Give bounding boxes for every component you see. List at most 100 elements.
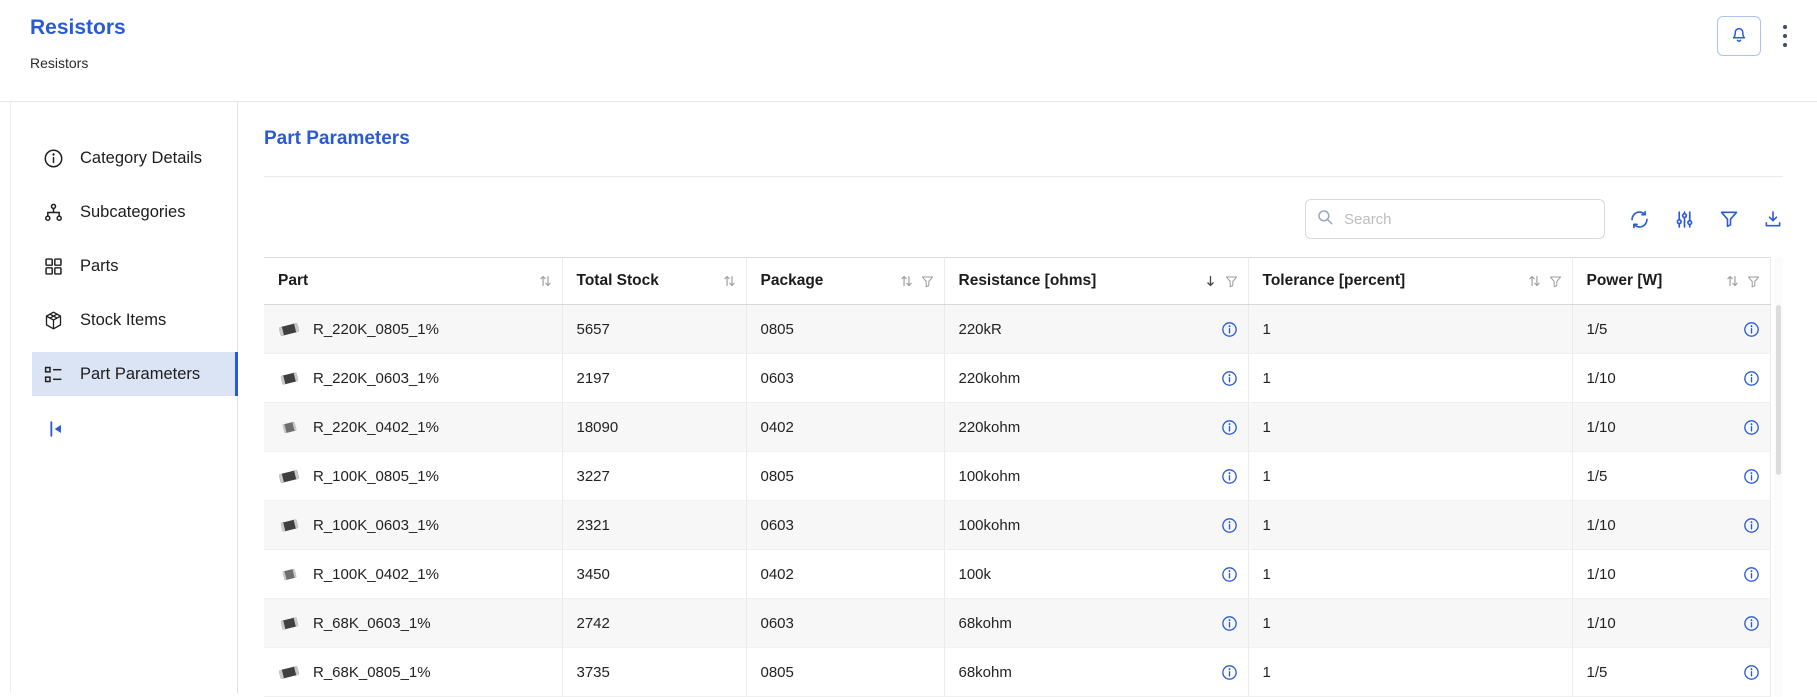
info-icon[interactable] <box>1743 664 1760 681</box>
resistance-cell: 100kohm <box>944 501 1248 550</box>
resistance-cell: 220kR <box>944 305 1248 354</box>
sidebar-item-category-details[interactable]: Category Details <box>32 136 237 180</box>
info-icon[interactable] <box>1221 615 1238 632</box>
filter-icon[interactable] <box>1225 275 1238 288</box>
tolerance-cell: 1 <box>1248 452 1572 501</box>
overflow-menu-button[interactable] <box>1779 20 1791 53</box>
content-left-border <box>10 102 11 693</box>
list-icon <box>42 364 64 385</box>
sidebar-item-subcategories[interactable]: Subcategories <box>32 190 237 234</box>
info-icon[interactable] <box>1743 468 1760 485</box>
info-icon[interactable] <box>1221 566 1238 583</box>
collapse-sidebar-button[interactable] <box>44 418 66 445</box>
resistance-cell: 68kohm <box>944 648 1248 697</box>
table-row[interactable]: R_220K_0805_1%56570805220kR11/5 <box>264 305 1771 354</box>
sidebar-item-part-parameters[interactable]: Part Parameters <box>32 352 237 396</box>
sort-icon[interactable] <box>539 274 552 288</box>
notifications-button[interactable] <box>1717 16 1761 56</box>
collapse-panel-icon <box>44 427 66 444</box>
sidebar-item-label: Parts <box>80 257 119 276</box>
tolerance-cell: 1 <box>1248 648 1572 697</box>
tolerance-cell: 1 <box>1248 550 1572 599</box>
part-cell[interactable]: R_100K_0402_1% <box>264 550 562 599</box>
part-cell[interactable]: R_100K_0805_1% <box>264 452 562 501</box>
info-icon[interactable] <box>1743 566 1760 583</box>
filter-icon[interactable] <box>921 275 934 288</box>
search-box[interactable] <box>1305 199 1605 239</box>
sidebar-item-parts[interactable]: Parts <box>32 244 237 288</box>
info-icon[interactable] <box>1743 370 1760 387</box>
resistance-cell: 100k <box>944 550 1248 599</box>
scrollbar-thumb[interactable] <box>1776 305 1781 475</box>
info-icon[interactable] <box>1743 321 1760 338</box>
total-stock-cell: 5657 <box>562 305 746 354</box>
info-icon[interactable] <box>1743 615 1760 632</box>
resistor-chip-image <box>278 471 300 482</box>
info-icon[interactable] <box>1221 517 1238 534</box>
filter-button[interactable] <box>1719 209 1739 229</box>
package-cell: 0805 <box>746 452 944 501</box>
sort-icon[interactable] <box>1528 274 1541 288</box>
info-icon[interactable] <box>1221 370 1238 387</box>
sort-icon[interactable] <box>1726 274 1739 288</box>
part-cell[interactable]: R_100K_0603_1% <box>264 501 562 550</box>
sidebar-item-stock-items[interactable]: Stock Items <box>32 298 237 342</box>
power-cell: 1/5 <box>1572 305 1771 354</box>
sort-icon[interactable] <box>723 274 736 288</box>
column-header-package[interactable]: Package <box>746 258 944 305</box>
info-icon[interactable] <box>1221 321 1238 338</box>
info-icon[interactable] <box>1221 664 1238 681</box>
sidebar-menu: Category Details Subcategories Parts Stock … <box>32 136 237 396</box>
stock-icon <box>42 310 64 331</box>
part-cell[interactable]: R_220K_0603_1% <box>264 354 562 403</box>
section-title: Part Parameters <box>264 128 1783 150</box>
package-cell: 0603 <box>746 354 944 403</box>
part-name: R_220K_0805_1% <box>313 321 439 338</box>
info-icon <box>42 148 64 169</box>
info-icon[interactable] <box>1743 419 1760 436</box>
part-name: R_100K_0805_1% <box>313 468 439 485</box>
table-row[interactable]: R_100K_0805_1%32270805100kohm11/5 <box>264 452 1771 501</box>
table-row[interactable]: R_68K_0603_1%2742060368kohm11/10 <box>264 599 1771 648</box>
tolerance-cell: 1 <box>1248 501 1572 550</box>
column-header-power-w[interactable]: Power [W] <box>1572 258 1771 305</box>
tolerance-cell: 1 <box>1248 305 1572 354</box>
part-cell[interactable]: R_68K_0805_1% <box>264 648 562 697</box>
resistor-chip-image <box>278 618 300 629</box>
table-row[interactable]: R_100K_0402_1%34500402100k11/10 <box>264 550 1771 599</box>
column-header-resistance-ohms[interactable]: Resistance [ohms] <box>944 258 1248 305</box>
refresh-button[interactable] <box>1629 209 1650 230</box>
power-value: 1/10 <box>1587 370 1616 387</box>
part-cell[interactable]: R_220K_0402_1% <box>264 403 562 452</box>
info-icon[interactable] <box>1221 468 1238 485</box>
breadcrumb[interactable]: Resistors <box>30 55 88 71</box>
total-stock-cell: 2321 <box>562 501 746 550</box>
info-icon[interactable] <box>1221 419 1238 436</box>
section-divider <box>264 176 1783 177</box>
column-header-part[interactable]: Part <box>264 258 562 305</box>
part-cell[interactable]: R_68K_0603_1% <box>264 599 562 648</box>
sidebar-item-label: Stock Items <box>80 311 166 330</box>
sort-desc-icon[interactable] <box>1204 274 1217 288</box>
resistor-chip-image <box>278 667 300 678</box>
download-button[interactable] <box>1763 209 1783 229</box>
tolerance-cell: 1 <box>1248 599 1572 648</box>
search-icon <box>1316 208 1334 231</box>
table-row[interactable]: R_220K_0603_1%21970603220kohm11/10 <box>264 354 1771 403</box>
resistor-chip-image <box>278 324 300 335</box>
column-settings-button[interactable] <box>1674 209 1695 230</box>
column-header-tolerance-percent[interactable]: Tolerance [percent] <box>1248 258 1572 305</box>
search-input[interactable] <box>1342 210 1594 229</box>
table-row[interactable]: R_68K_0805_1%3735080568kohm11/5 <box>264 648 1771 697</box>
filter-icon[interactable] <box>1747 275 1760 288</box>
column-header-total-stock[interactable]: Total Stock <box>562 258 746 305</box>
table-row[interactable]: R_100K_0603_1%23210603100kohm11/10 <box>264 501 1771 550</box>
table-row[interactable]: R_220K_0402_1%180900402220kohm11/10 <box>264 403 1771 452</box>
table-scrollbar[interactable] <box>1774 257 1783 697</box>
sort-icon[interactable] <box>900 274 913 288</box>
part-cell[interactable]: R_220K_0805_1% <box>264 305 562 354</box>
column-label: Part <box>278 272 308 290</box>
filter-icon[interactable] <box>1549 275 1562 288</box>
info-icon[interactable] <box>1743 517 1760 534</box>
package-cell: 0603 <box>746 501 944 550</box>
